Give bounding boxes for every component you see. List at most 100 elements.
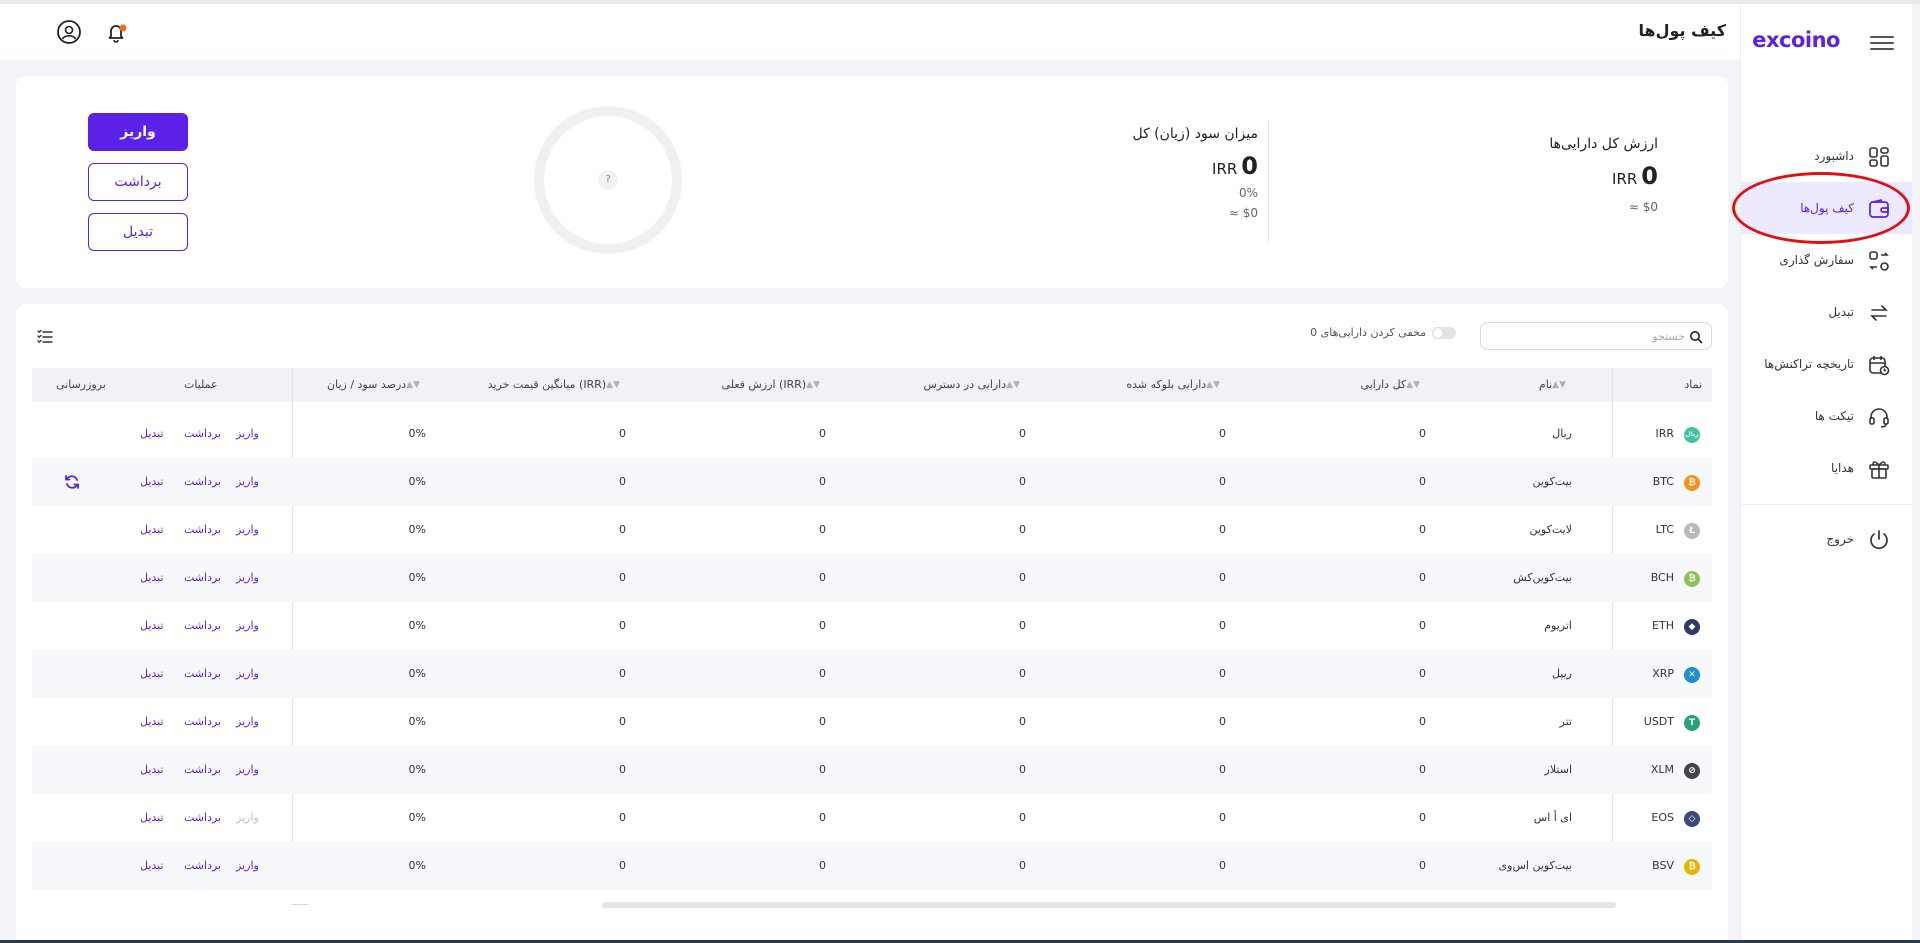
row-total: 0 — [1419, 619, 1426, 632]
row-current-value: 0 — [819, 667, 826, 680]
user-profile-icon[interactable] — [56, 19, 82, 45]
row-symbol: IRR — [1655, 427, 1674, 440]
row-symbol: BTC — [1652, 475, 1674, 488]
row-withdraw-link[interactable]: برداشت — [184, 602, 221, 650]
refresh-icon[interactable] — [64, 474, 80, 490]
hide-zero-toggle-wrap: مخفی کردن دارایی‌های 0 — [1310, 326, 1456, 339]
row-deposit-link[interactable]: واریز — [236, 602, 259, 650]
col-name[interactable]: نام▲▼ — [1539, 368, 1572, 402]
table-row: XRP ✕ ریپل 0 0 0 0 0 0% واریز برداشت تبدیل — [32, 650, 1712, 698]
hide-zero-toggle[interactable] — [1432, 326, 1456, 339]
row-current-value: 0 — [819, 859, 826, 872]
row-available: 0 — [1019, 571, 1026, 584]
table-row: USDT T تتر 0 0 0 0 0 0% واریز برداشت تبدیل — [32, 698, 1712, 746]
row-withdraw-link[interactable]: برداشت — [184, 410, 221, 458]
sidebar-item-tickets[interactable]: تیکت ها — [1740, 390, 1912, 442]
sidebar-item-dashboard[interactable]: داشبورد — [1740, 130, 1912, 182]
row-withdraw-link[interactable]: برداشت — [184, 458, 221, 506]
row-deposit-link[interactable]: واریز — [236, 698, 259, 746]
col-operations: عملیات — [184, 378, 218, 391]
col-profit-percent[interactable]: درصد سود / زیان▲▼ — [327, 368, 426, 402]
row-deposit-link[interactable]: واریز — [236, 794, 259, 842]
row-withdraw-link[interactable]: برداشت — [184, 554, 221, 602]
col-avg-price[interactable]: میانگین قیمت خرید (IRR)▲▼ — [488, 368, 626, 402]
row-name: بیت‌کوین — [1532, 475, 1572, 488]
row-deposit-link[interactable]: واریز — [236, 746, 259, 794]
row-withdraw-link[interactable]: برداشت — [184, 650, 221, 698]
col-symbol: نماد — [1684, 378, 1702, 391]
hide-zero-label: مخفی کردن دارایی‌های 0 — [1310, 326, 1426, 339]
col-total[interactable]: کل دارایی▲▼ — [1361, 368, 1426, 402]
sidebar-item-wallets[interactable]: کیف پول‌ها — [1740, 182, 1912, 234]
row-deposit-link[interactable]: واریز — [236, 842, 259, 890]
sort-icon: ▲▼ — [1406, 380, 1420, 390]
row-convert-link[interactable]: تبدیل — [140, 410, 164, 458]
col-available[interactable]: دارایی در دسترس▲▼ — [923, 368, 1026, 402]
row-blocked: 0 — [1219, 427, 1226, 440]
sidebar-item-orders[interactable]: سفارش گذاری — [1740, 234, 1912, 286]
sidebar-item-convert[interactable]: تبدیل — [1740, 286, 1912, 338]
row-deposit-link[interactable]: واریز — [236, 458, 259, 506]
row-convert-link[interactable]: تبدیل — [140, 554, 164, 602]
excoino-logo[interactable]: excoino — [1752, 28, 1840, 52]
row-convert-link[interactable]: تبدیل — [140, 698, 164, 746]
search-icon — [1689, 329, 1703, 344]
search-box — [1480, 322, 1712, 350]
row-convert-link[interactable]: تبدیل — [140, 458, 164, 506]
row-profit: 0% — [408, 427, 426, 440]
sidebar-divider — [1740, 504, 1912, 505]
col-update: بروزرسانی — [56, 378, 106, 391]
row-available: 0 — [1019, 475, 1026, 488]
row-avg-price: 0 — [619, 619, 626, 632]
search-input[interactable] — [1495, 327, 1685, 345]
column-settings-icon[interactable] — [36, 328, 54, 346]
horizontal-scrollbar[interactable] — [602, 902, 1616, 908]
chart-help-icon[interactable]: ? — [598, 170, 618, 190]
row-name: ریال — [1552, 427, 1572, 440]
withdraw-button[interactable]: برداشت — [88, 163, 188, 201]
coin-xrp-icon: ✕ — [1684, 667, 1700, 683]
row-convert-link[interactable]: تبدیل — [140, 650, 164, 698]
row-current-value: 0 — [819, 715, 826, 728]
table-row: BCH ₿ بیت‌کوین‌کش 0 0 0 0 0 0% واریز برداشت تبدیل — [32, 554, 1712, 602]
sidebar-item-gifts[interactable]: هدایا — [1740, 442, 1912, 494]
row-convert-link[interactable]: تبدیل — [140, 506, 164, 554]
row-withdraw-link[interactable]: برداشت — [184, 794, 221, 842]
row-convert-link[interactable]: تبدیل — [140, 746, 164, 794]
coin-xlm-icon: ⊘ — [1684, 763, 1700, 779]
row-deposit-link[interactable]: واریز — [236, 554, 259, 602]
notification-bell-icon[interactable] — [103, 19, 129, 45]
row-withdraw-link[interactable]: برداشت — [184, 842, 221, 890]
row-withdraw-link[interactable]: برداشت — [184, 698, 221, 746]
sidebar-item-label: کیف پول‌ها — [1800, 201, 1854, 215]
row-avg-price: 0 — [619, 715, 626, 728]
sidebar-item-logout[interactable]: خروج — [1740, 513, 1912, 565]
row-total: 0 — [1419, 571, 1426, 584]
table-row: EOS ◇ ای أ اس 0 0 0 0 0 0% واریز برداشت تبدیل — [32, 794, 1712, 842]
coin-usdt-icon: T — [1684, 715, 1700, 731]
coin-btc-icon: ₿ — [1684, 475, 1700, 491]
row-withdraw-link[interactable]: برداشت — [184, 506, 221, 554]
menu-hamburger-icon[interactable] — [1870, 32, 1894, 52]
row-deposit-link[interactable]: واریز — [236, 410, 259, 458]
row-blocked: 0 — [1219, 763, 1226, 776]
row-total: 0 — [1419, 523, 1426, 536]
row-deposit-link[interactable]: واریز — [236, 650, 259, 698]
row-blocked: 0 — [1219, 523, 1226, 536]
row-convert-link[interactable]: تبدیل — [140, 842, 164, 890]
row-convert-link[interactable]: تبدیل — [140, 602, 164, 650]
row-available: 0 — [1019, 763, 1026, 776]
col-current-value[interactable]: ارزش فعلی (IRR)▲▼ — [722, 368, 826, 402]
row-convert-link[interactable]: تبدیل — [140, 794, 164, 842]
deposit-button[interactable]: واریز — [88, 113, 188, 151]
row-withdraw-link[interactable]: برداشت — [184, 746, 221, 794]
convert-button[interactable]: تبدیل — [88, 213, 188, 251]
convert-icon — [1868, 302, 1890, 324]
summary-divider — [1268, 120, 1269, 242]
total-profit-block: میزان سود (زیان) کل IRR 0 0% ≈ $0 — [1132, 126, 1258, 220]
row-deposit-link[interactable]: واریز — [236, 506, 259, 554]
col-blocked[interactable]: دارایی بلوکه شده▲▼ — [1126, 368, 1226, 402]
sidebar-item-history[interactable]: تاریخچه تراکنش‌ها — [1740, 338, 1912, 390]
sidebar-item-label: خروج — [1826, 532, 1854, 546]
row-blocked: 0 — [1219, 571, 1226, 584]
